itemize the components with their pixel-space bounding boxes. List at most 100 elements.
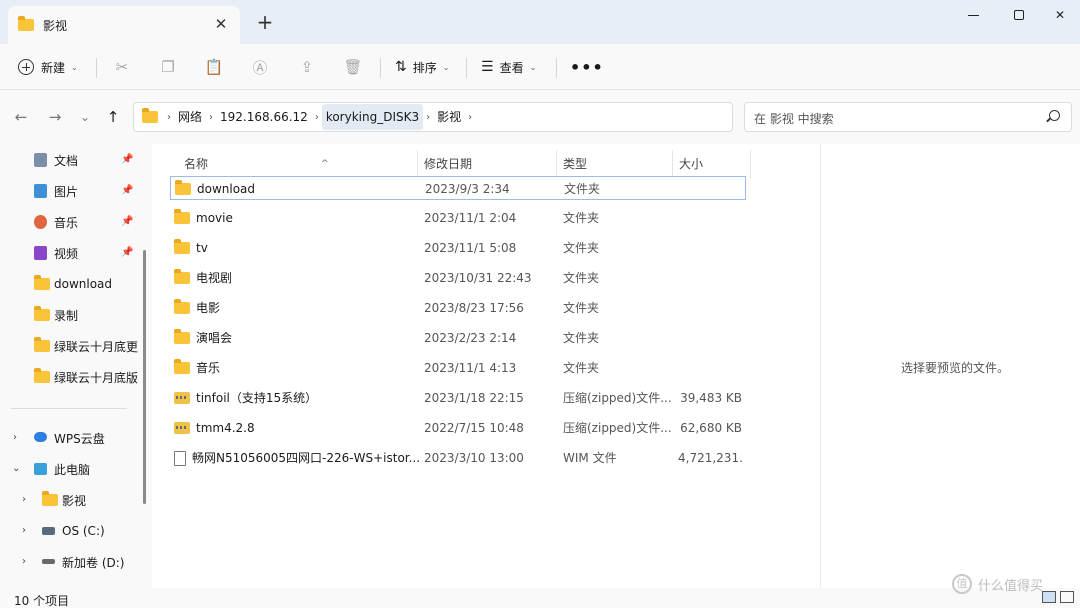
pictures-icon [34,184,47,198]
file-name: 音乐 [196,361,221,375]
sidebar-item-documents[interactable]: 文档 📌 [0,146,140,174]
column-header-name[interactable]: 名称 ^ [178,150,418,178]
maximize-button[interactable] [996,0,1042,30]
column-header-type[interactable]: 类型 [557,150,673,178]
sidebar-item-label: 图片 [54,184,79,199]
tiles-view-button[interactable] [1060,591,1074,603]
search-icon [1049,110,1060,121]
pin-icon: 📌 [121,247,134,258]
tab-close-icon[interactable]: ✕ [212,15,230,33]
breadcrumb-share[interactable]: koryking_DISK3 [321,104,424,130]
column-header-label: 名称 [184,157,209,171]
file-row[interactable]: tinfoil（支持15系统） 2023/1/18 22:15 压缩(zipped)… [170,386,746,410]
details-view-button[interactable] [1042,591,1056,603]
rename-icon[interactable]: Ⓐ [248,55,272,79]
file-row[interactable]: 演唱会 2023/2/23 2:14 文件夹 [170,326,746,350]
command-bar: 新建 ⌄ ✂ ❐ 📋 Ⓐ ⇪ 🗑 ⇅ 排序 ⌄ ☰ 查看 ⌄ ••• [0,44,1080,90]
folder-icon [142,108,158,123]
file-size [678,206,742,230]
file-row[interactable]: tv 2023/11/1 5:08 文件夹 [170,236,746,260]
watermark: 值 什么值得买 [952,574,1043,594]
sort-button[interactable]: ⇅ 排序 ⌄ [395,52,449,82]
preview-message: 选择要预览的文件。 [901,361,1010,375]
share-icon[interactable]: ⇪ [295,55,319,79]
tab-yingshi[interactable]: 影视 ✕ [8,6,240,44]
sidebar-item-this-pc[interactable]: ⌄ 此电脑 [0,455,140,483]
cloud-icon [34,432,47,442]
preview-pane: 选择要预览的文件。 [820,144,1080,588]
file-type: WIM 文件 [563,451,617,465]
file-name: movie [196,211,233,225]
toolbar-divider [556,58,557,78]
back-button[interactable]: ← [10,106,32,128]
copy-icon[interactable]: ❐ [156,55,180,79]
sidebar-item-label: 音乐 [54,215,79,230]
sidebar-item-videos[interactable]: 视频 📌 [0,239,140,267]
chevron-down-icon: ⌄ [442,62,450,72]
column-header-date[interactable]: 修改日期 [418,150,557,178]
search-box[interactable]: 在 影视 中搜索 [744,102,1072,132]
breadcrumb-separator: › [167,111,171,123]
file-name: 电视剧 [196,271,233,285]
delete-icon[interactable]: 🗑 [341,55,365,79]
more-options-button[interactable]: ••• [570,52,604,82]
address-bar[interactable]: › 网络 › 192.168.66.12 › koryking_DISK3 › … [133,102,853,132]
view-button[interactable]: ☰ 查看 ⌄ [481,52,536,82]
up-button[interactable]: ↑ [102,106,124,128]
file-row[interactable]: tmm4.2.8 2022/7/15 10:48 压缩(zipped)文件... 62… [170,416,746,440]
new-tab-button[interactable]: + [254,10,276,34]
column-header-size[interactable]: 大小 [673,150,751,178]
file-size [678,356,742,380]
sidebar-item-drive-c[interactable]: › OS (C:) [0,517,140,545]
file-type: 文件夹 [563,211,600,225]
sidebar-item-ugreen-1[interactable]: 绿联云十月底更 [0,332,140,360]
sidebar-item-ugreen-2[interactable]: 绿联云十月底版 [0,363,140,391]
file-row[interactable]: download 2023/9/3 2:34 文件夹 [170,176,746,200]
breadcrumb-separator: › [468,111,473,123]
computer-icon [34,463,47,475]
sidebar-item-drive-d[interactable]: › 新加卷 (D:) [0,548,140,576]
close-window-button[interactable]: ✕ [1040,0,1080,30]
watermark-logo: 值 [952,574,972,594]
chevron-right-icon[interactable]: › [22,494,26,505]
paste-icon[interactable]: 📋 [202,55,226,79]
sidebar-item-wps-cloud[interactable]: › WPS云盘 [0,424,140,452]
cut-icon[interactable]: ✂ [110,55,134,79]
minimize-icon [967,14,979,16]
breadcrumb-current[interactable]: 影视 [433,104,465,130]
file-size: 62,680 KB [680,421,742,435]
breadcrumb-host[interactable]: 192.168.66.12 [216,104,312,130]
file-name-cell: movie [174,206,420,230]
breadcrumb-network[interactable]: 网络 [174,104,206,130]
file-row[interactable]: 电影 2023/8/23 17:56 文件夹 [170,296,746,320]
file-row[interactable]: movie 2023/11/1 2:04 文件夹 [170,206,746,230]
sidebar-scrollbar[interactable] [143,250,146,504]
chevron-right-icon[interactable]: › [22,525,26,536]
file-row[interactable]: 音乐 2023/11/1 4:13 文件夹 [170,356,746,380]
chevron-right-icon[interactable]: › [22,556,26,567]
drive-icon [42,527,55,535]
file-type: 压缩(zipped)文件... [563,391,672,405]
forward-button[interactable]: → [44,106,66,128]
pin-icon: 📌 [121,216,134,227]
file-row[interactable]: 电视剧 2023/10/31 22:43 文件夹 [170,266,746,290]
sidebar-item-download[interactable]: download [0,270,140,298]
sidebar-item-recordings[interactable]: 录制 [0,301,140,329]
file-icon [174,450,186,466]
sidebar-item-label: 绿联云十月底版 [54,370,139,385]
sidebar-item-yingshi[interactable]: › 影视 [0,486,140,514]
recent-locations-button[interactable]: ⌄ [74,106,96,128]
file-name: 畅网N51056005四网口-226-WS+istor... [192,451,420,465]
sidebar-item-pictures[interactable]: 图片 📌 [0,177,140,205]
file-date: 2023/10/31 22:43 [424,271,532,285]
item-count: 10 个项目 [14,594,70,608]
file-row[interactable]: 畅网N51056005四网口-226-WS+istor... 2023/3/10 … [170,446,746,470]
file-size [678,296,742,320]
chevron-right-icon[interactable]: › [13,432,17,443]
file-name-cell: 畅网N51056005四网口-226-WS+istor... [174,446,420,470]
new-button[interactable]: 新建 ⌄ [18,52,78,82]
sidebar-item-music[interactable]: 音乐 📌 [0,208,140,236]
file-size [678,326,742,350]
chevron-down-icon[interactable]: ⌄ [12,463,20,474]
minimize-button[interactable] [950,0,996,30]
